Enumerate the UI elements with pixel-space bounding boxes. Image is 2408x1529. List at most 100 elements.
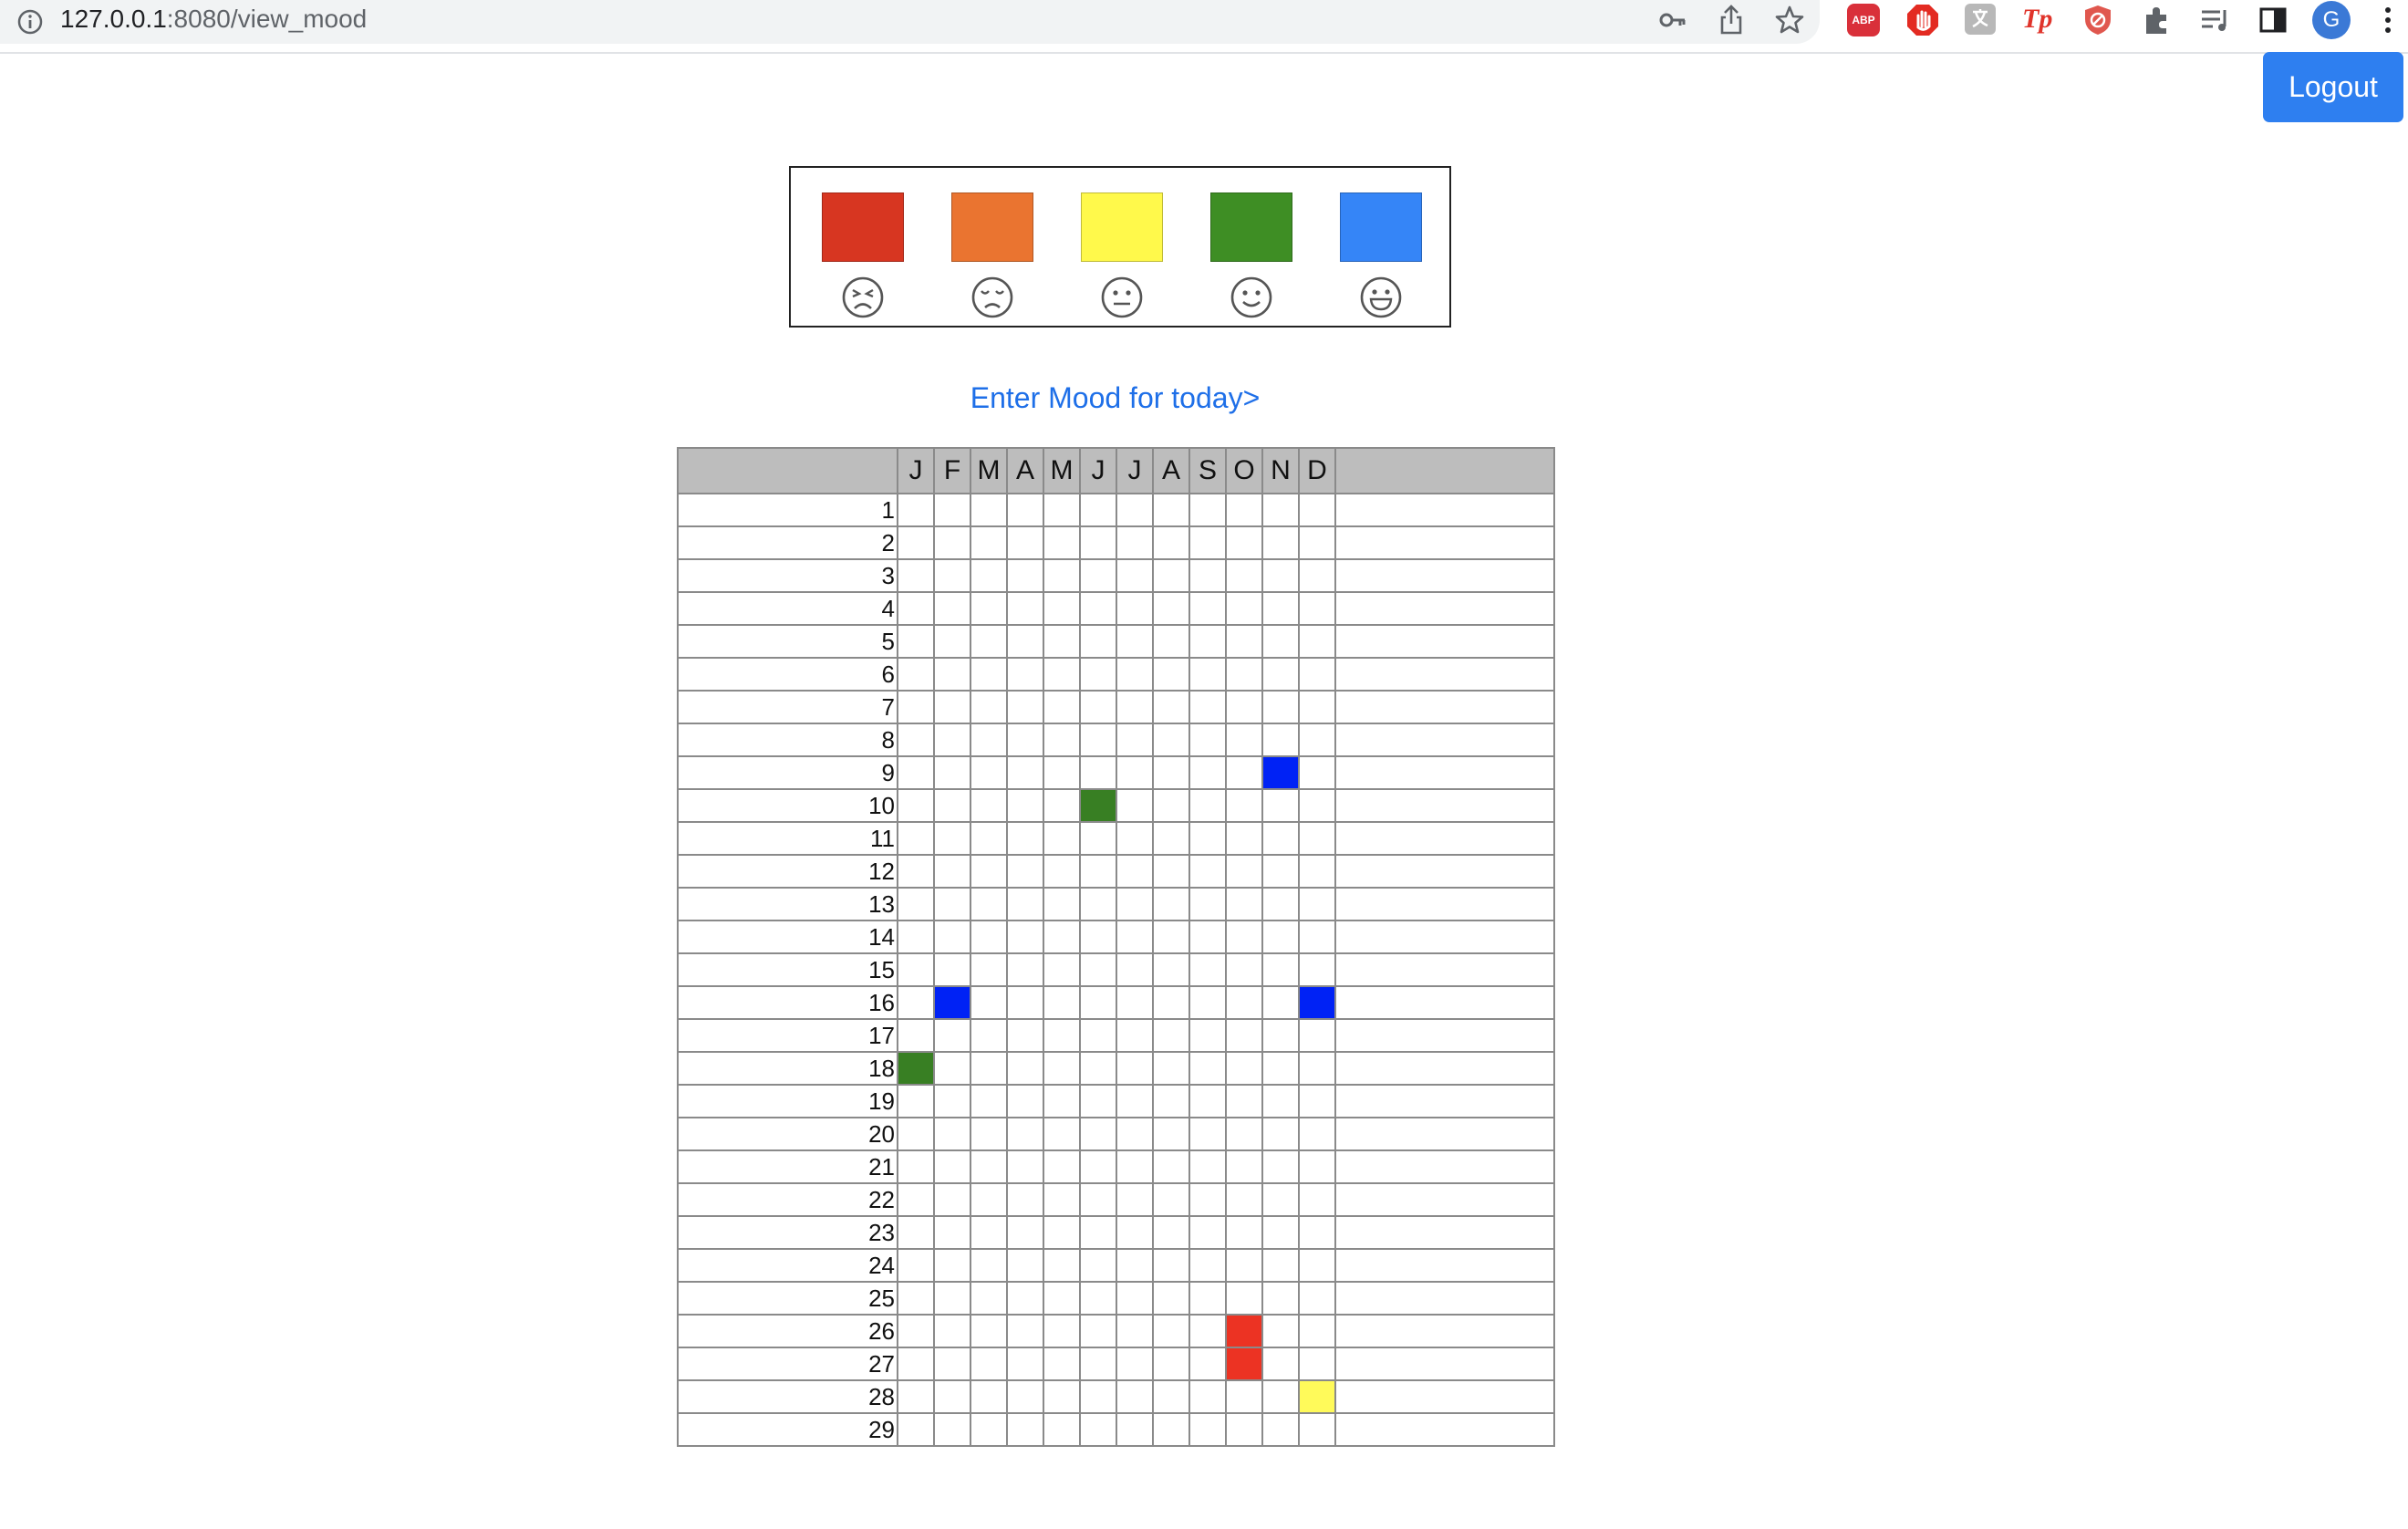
url-text[interactable]: 127.0.0.1:8080/view_mood [60,0,367,38]
mood-cell [897,1379,935,1414]
mood-cell [970,1182,1008,1217]
mood-cell [1225,920,1263,954]
day-row: 7 [677,690,1555,724]
mood-cell [1116,1051,1154,1086]
mood-cell [933,1379,971,1414]
day-row: 9 [677,755,1555,790]
mood-cell [1298,558,1336,593]
mood-cell [933,493,971,527]
tail-cell [1334,624,1555,659]
tail-cell [1334,493,1555,527]
mood-cell [970,1412,1008,1447]
mood-cell [1043,1018,1081,1053]
key-icon[interactable] [1656,2,1692,38]
mood-cell [1043,1412,1081,1447]
mood-cell [1298,1117,1336,1151]
logout-button[interactable]: Logout [2263,52,2403,122]
mood-cell [1116,920,1154,954]
more-menu-icon[interactable] [2377,2,2399,38]
day-label: 5 [677,624,898,659]
reading-list-icon[interactable] [2196,2,2233,38]
mood-cell [1152,1182,1190,1217]
mood-cell [1006,1149,1044,1184]
day-label: 15 [677,952,898,987]
mood-cell [1298,821,1336,856]
mood-cell [970,920,1008,954]
adblock-plus-extension-icon[interactable]: ABP [1847,4,1880,36]
mood-legend [789,166,1451,328]
url-path: :8080/view_mood [166,5,368,33]
tail-cell [1334,1117,1555,1151]
info-icon[interactable] [16,8,44,36]
mood-cell [1188,952,1227,987]
mood-cell [1298,854,1336,889]
day-label: 4 [677,591,898,626]
mood-cell [1298,920,1336,954]
mood-cell [1188,1248,1227,1283]
mood-cell [1079,1379,1117,1414]
side-panel-icon[interactable] [2255,2,2291,38]
tail-cell [1334,821,1555,856]
month-header-apr: A [1006,447,1044,494]
shield-extension-icon[interactable] [2082,4,2113,36]
legend-swatch-happy [1210,192,1292,262]
mood-cell [1043,1051,1081,1086]
mood-cell [1261,952,1300,987]
bookmark-star-icon[interactable] [1771,2,1808,38]
mood-cell [897,854,935,889]
mood-cell [1043,690,1081,724]
mood-cell [1043,1149,1081,1184]
mood-cell [1298,690,1336,724]
adblock-hand-icon[interactable] [1905,3,1940,37]
mood-cell [1298,1149,1336,1184]
mood-cell [933,1215,971,1250]
tail-cell [1334,723,1555,757]
mood-cell [1298,723,1336,757]
day-row: 18 [677,1051,1555,1086]
mood-cell [1116,1314,1154,1348]
mood-cell [933,1182,971,1217]
day-label: 21 [677,1149,898,1184]
mood-cell [970,1347,1008,1381]
mood-cell [1116,854,1154,889]
mood-cell [1261,821,1300,856]
tail-header-cell [1334,447,1555,494]
mood-cell [1079,657,1117,692]
day-row: 17 [677,1018,1555,1053]
mood-cell [1079,1018,1117,1053]
mood-cell [933,1084,971,1118]
mood-cell [1225,788,1263,823]
day-row: 15 [677,952,1555,987]
mood-cell [1079,525,1117,560]
mood-cell [1225,1018,1263,1053]
mood-cell [970,1314,1008,1348]
tail-cell [1334,1281,1555,1316]
mood-cell [1116,624,1154,659]
mood-cell [1225,1117,1263,1151]
mood-cell [1043,1084,1081,1118]
mood-cell [970,657,1008,692]
tail-cell [1334,1018,1555,1053]
mood-cell [1006,1051,1044,1086]
enter-mood-link[interactable]: Enter Mood for today> [0,376,2230,420]
mood-cell [1079,1412,1117,1447]
mood-cell [1225,657,1263,692]
profile-avatar[interactable]: G [2312,1,2351,39]
share-icon[interactable] [1713,2,1749,38]
mood-cell [1116,788,1154,823]
translate-extension-icon[interactable] [1965,4,1996,35]
mood-cell [897,788,935,823]
address-bar[interactable]: 127.0.0.1:8080/view_mood [0,0,1820,44]
mood-cell [1006,1084,1044,1118]
mood-cell [897,985,935,1020]
day-row: 24 [677,1248,1555,1283]
mood-cell [1298,1412,1336,1447]
tp-extension-icon[interactable]: Tp [2022,0,2052,38]
extensions-puzzle-icon[interactable] [2139,2,2175,38]
mood-cell [1079,690,1117,724]
mood-cell [1116,723,1154,757]
day-label: 8 [677,723,898,757]
mood-cell [897,1182,935,1217]
day-label: 9 [677,755,898,790]
mood-cell [1079,1149,1117,1184]
